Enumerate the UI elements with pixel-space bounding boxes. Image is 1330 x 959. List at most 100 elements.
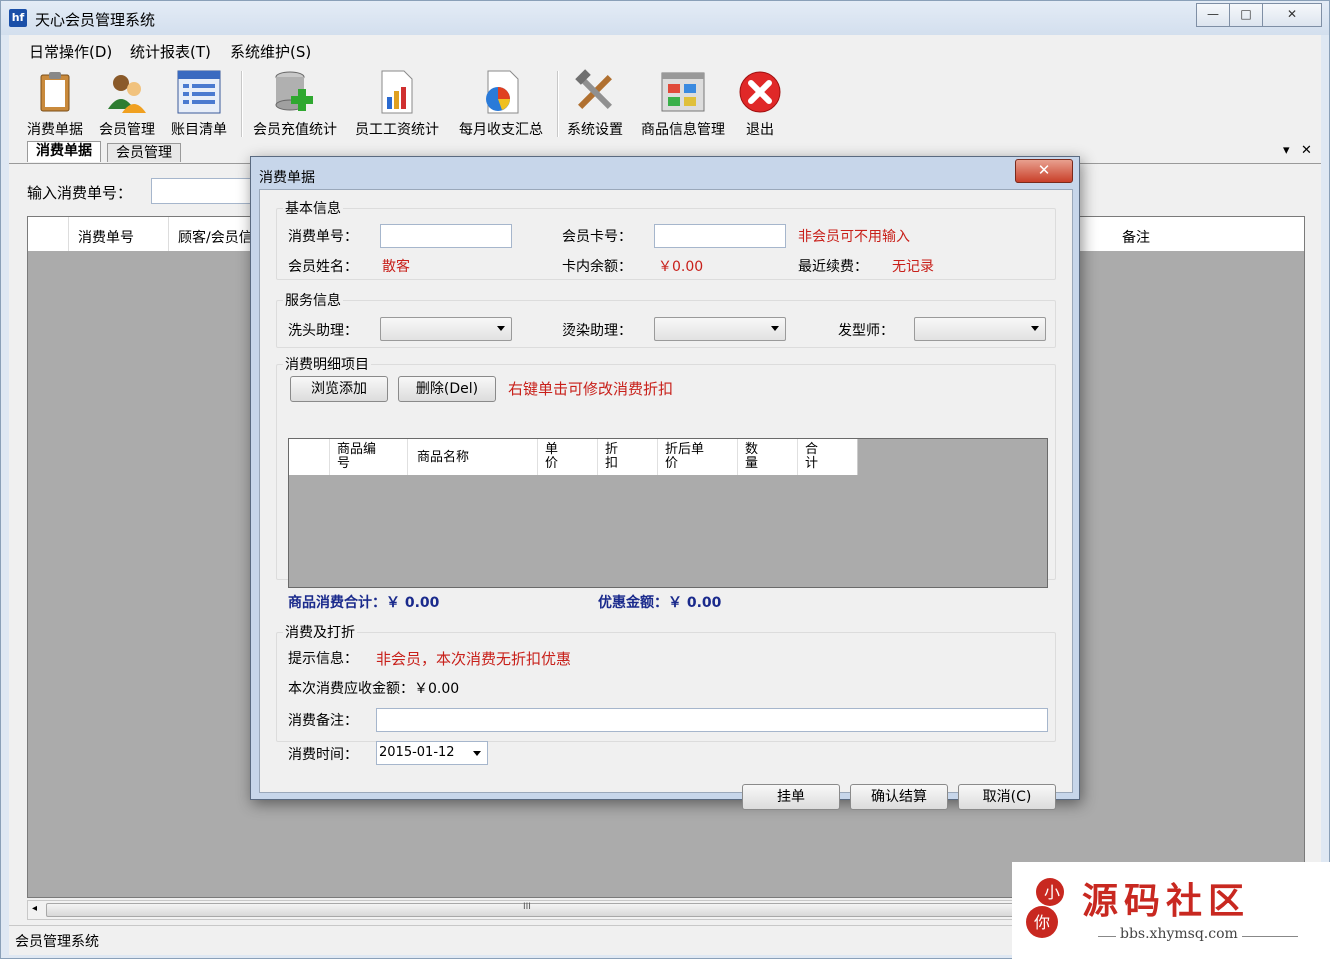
toolbar-label: 消费单据 [27, 122, 83, 138]
last-fee-label: 最近续费： [798, 259, 868, 275]
watermark: 小你 源码社区 bbs.xhymsq.com [1012, 862, 1330, 959]
exit-x-icon [737, 69, 783, 115]
settle-legend: 消费及打折 [285, 625, 355, 641]
toolbar-ledger-button[interactable]: 账目清单 [167, 69, 231, 139]
col-product-name[interactable]: 商品名称 [417, 451, 469, 465]
grid-col-order-no[interactable]: 消费单号 [78, 227, 134, 247]
toolbar-label: 退出 [746, 122, 774, 138]
balance-label: 卡内余额： [562, 259, 632, 275]
scroll-thumb[interactable]: III [46, 902, 1016, 917]
chevron-down-icon[interactable] [473, 751, 481, 756]
tab-member[interactable]: 会员管理 [107, 143, 181, 162]
toolbar-receipt-button[interactable]: 消费单据 [23, 69, 87, 139]
card-no-input[interactable] [654, 224, 786, 248]
menu-daily-ops[interactable]: 日常操作(D) [29, 41, 112, 62]
browse-add-button[interactable]: 浏览添加 [290, 376, 388, 402]
horizontal-scrollbar[interactable]: ◂ III [27, 900, 1035, 920]
dialog-body: 基本信息 消费单号： 会员卡号： 非会员可不用输入 会员姓名： 散客 卡内余额：… [259, 189, 1073, 810]
date-picker[interactable]: 2015-01-12 [376, 741, 488, 765]
toolbar-label: 系统设置 [567, 122, 623, 138]
minimize-button[interactable]: — [1196, 3, 1230, 27]
watermark-url: bbs.xhymsq.com [1116, 926, 1242, 942]
menu-reports[interactable]: 统计报表(T) [130, 41, 211, 62]
member-name-label: 会员姓名： [288, 259, 358, 275]
toolbar-separator [557, 71, 559, 137]
toolbar-settings-button[interactable]: 系统设置 [563, 69, 627, 139]
toolbar-salary-stats-button[interactable]: 员工工资统计 [351, 69, 443, 139]
col-subtotal[interactable]: 合 计 [805, 443, 818, 471]
window-title: 天心会员管理系统 [35, 11, 156, 29]
col-discount[interactable]: 折 扣 [605, 443, 618, 471]
toolbar-label: 账目清单 [171, 122, 227, 138]
time-label: 消费时间： [288, 747, 358, 763]
wash-assistant-label: 洗头助理： [288, 323, 358, 339]
search-label: 输入消费单号： [27, 184, 133, 202]
menu-bar: 日常操作(D) 统计报表(T) 系统维护(S) [9, 35, 1321, 63]
discount-edit-hint: 右键单击可修改消费折扣 [508, 380, 674, 398]
goods-total-label: 商品消费合计：￥ 0.00 [288, 595, 440, 611]
card-no-label: 会员卡号： [562, 229, 632, 245]
title-bar[interactable]: hf 天心会员管理系统 — □ ✕ [1, 1, 1329, 35]
tip-label: 提示信息： [288, 651, 358, 667]
col-quantity[interactable]: 数 量 [745, 443, 758, 471]
balance-value: ￥0.00 [658, 259, 704, 275]
date-value: 2015-01-12 [379, 745, 455, 760]
order-no-input[interactable] [380, 224, 512, 248]
dye-assistant-select[interactable] [654, 317, 786, 341]
toolbar-label: 会员管理 [99, 122, 155, 138]
hold-button[interactable]: 挂单 [742, 784, 840, 810]
dialog-close-button[interactable]: ✕ [1015, 159, 1073, 183]
tab-list-dropdown-icon[interactable]: ▾ [1283, 143, 1290, 158]
chevron-down-icon [497, 326, 505, 331]
remark-input[interactable] [376, 708, 1048, 732]
product-window-icon [660, 69, 706, 115]
maximize-button[interactable]: □ [1229, 3, 1263, 27]
toolbar-exit-button[interactable]: 退出 [735, 69, 785, 139]
order-no-label: 消费单号： [288, 229, 358, 245]
dialog-title: 消费单据 [259, 170, 315, 186]
menu-maintenance[interactable]: 系统维护(S) [230, 41, 311, 62]
toolbar-separator [241, 71, 243, 137]
last-fee-value: 无记录 [892, 259, 934, 275]
users-icon [104, 69, 150, 115]
chevron-down-icon [1031, 326, 1039, 331]
detail-grid[interactable]: 商品编 号 商品名称 单 价 折 扣 折后单 价 数 量 合 计 [288, 438, 1048, 588]
confirm-settle-button[interactable]: 确认结算 [850, 784, 948, 810]
close-window-button[interactable]: ✕ [1262, 3, 1322, 27]
toolbar-monthly-summary-button[interactable]: 每月收支汇总 [453, 69, 549, 139]
col-discounted-price[interactable]: 折后单 价 [665, 443, 704, 471]
watermark-title: 源码社区 [1082, 881, 1251, 922]
cancel-button[interactable]: 取消(C) [958, 784, 1056, 810]
bar-chart-icon [374, 69, 420, 115]
discount-amount-label: 优惠金额：￥ 0.00 [598, 595, 722, 611]
dye-assistant-label: 烫染助理： [562, 323, 632, 339]
toolbar-label: 会员充值统计 [253, 122, 337, 138]
service-info-legend: 服务信息 [285, 293, 341, 309]
scroll-grip: III [523, 902, 531, 912]
status-text: 会员管理系统 [15, 934, 99, 950]
seal-char: 你 [1034, 913, 1050, 932]
delete-item-button[interactable]: 删除(Del) [398, 376, 496, 402]
detail-items-legend: 消费明细项目 [285, 357, 369, 373]
tab-close-icon[interactable]: ✕ [1301, 143, 1312, 158]
wash-assistant-select[interactable] [380, 317, 512, 341]
toolbar-product-button[interactable]: 商品信息管理 [635, 69, 731, 139]
chevron-down-icon [771, 326, 779, 331]
tip-value: 非会员，本次消费无折扣优惠 [376, 650, 572, 668]
grid-col-remark[interactable]: 备注 [1122, 227, 1150, 247]
grid-col-customer[interactable]: 顾客/会员信 [178, 227, 253, 247]
toolbar-label: 员工工资统计 [355, 122, 439, 138]
stylist-select[interactable] [914, 317, 1046, 341]
col-unit-price[interactable]: 单 价 [545, 443, 558, 471]
col-product-code[interactable]: 商品编 号 [337, 443, 376, 471]
member-name-value: 散客 [382, 259, 410, 275]
toolbar-recharge-stats-button[interactable]: 会员充值统计 [249, 69, 341, 139]
toolbar-member-button[interactable]: 会员管理 [95, 69, 159, 139]
toolbar-label: 每月收支汇总 [459, 122, 543, 138]
watermark-seal-icon: 小你 [1020, 874, 1078, 944]
toolbar: 消费单据 会员管理 账目清单 会员充值统计 员工工资统计 每月收支汇总 系统设置… [9, 63, 1321, 142]
non-member-hint: 非会员可不用输入 [798, 229, 910, 245]
remark-label: 消费备注： [288, 713, 358, 729]
tab-receipt[interactable]: 消费单据 [27, 141, 101, 162]
scroll-left-icon[interactable]: ◂ [32, 903, 37, 914]
